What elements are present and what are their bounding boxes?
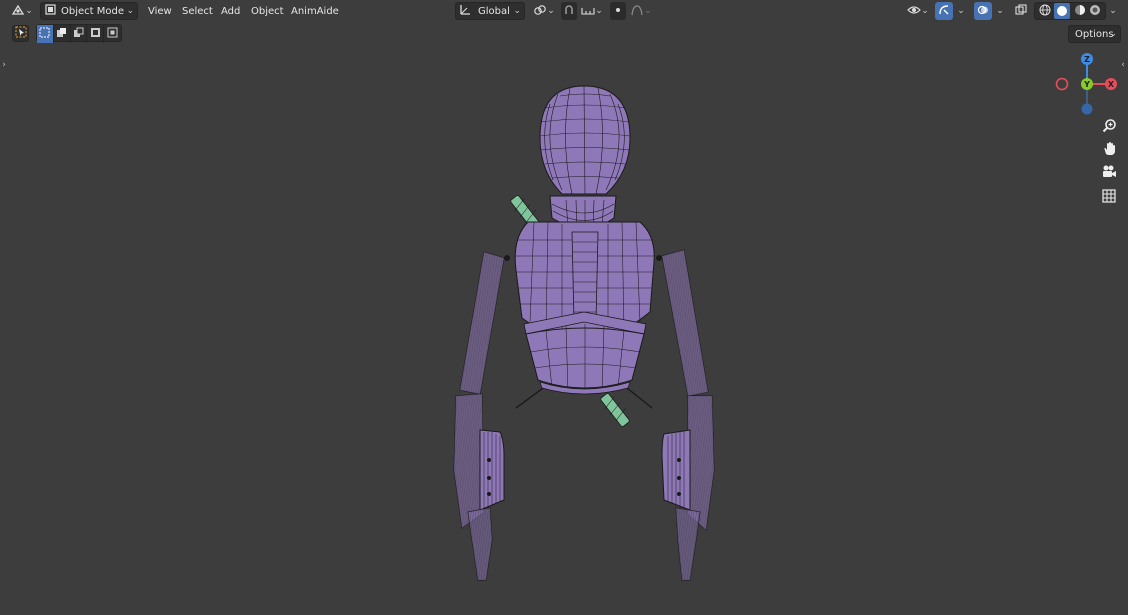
menu-select[interactable]: Select: [182, 3, 213, 19]
chevron-down-icon: ⌄: [1109, 6, 1117, 16]
proportional-editing-icon: [613, 5, 623, 18]
menu-view[interactable]: View: [148, 3, 172, 19]
solid-shading-icon[interactable]: [1054, 3, 1071, 19]
pan-button[interactable]: [1099, 140, 1119, 160]
chevron-down-icon: ⌄: [595, 6, 603, 16]
toolbar-expand-arrow[interactable]: ›: [0, 58, 8, 72]
overlay-toggle[interactable]: [974, 2, 992, 20]
gizmo-x-label: X: [1108, 80, 1115, 89]
3d-viewport[interactable]: ⌄ Object Mode ⌄ View Select Add Object A…: [0, 0, 1128, 615]
viewport-header: ⌄ Object Mode ⌄ View Select Add Object A…: [0, 0, 1128, 22]
camera-view-button[interactable]: [1099, 163, 1119, 183]
options-dropdown[interactable]: Options ⌄: [1068, 25, 1121, 43]
select-extend-button[interactable]: [54, 25, 71, 43]
chevron-down-icon: ⌄: [126, 6, 134, 16]
toggle-perspective-button[interactable]: [1099, 187, 1119, 207]
zoom-button[interactable]: [1099, 117, 1119, 137]
menu-animaide[interactable]: AnimAide: [291, 3, 339, 19]
shading-mode-group: [1034, 2, 1106, 20]
selection-mode-group: [36, 24, 122, 43]
snap-icon: [563, 4, 575, 19]
snap-increment-icon: [581, 4, 595, 19]
gizmo-y-label: Y: [1083, 80, 1090, 89]
object-mode-icon: [44, 3, 57, 19]
chevron-down-icon: ⌄: [957, 6, 965, 16]
orientation-label: Global: [478, 5, 510, 17]
transform-orientation-icon: [459, 3, 472, 19]
visibility-icon: [907, 4, 922, 19]
robot-mesh-model[interactable]: [430, 80, 730, 590]
chevron-down-icon: ⌄: [1109, 29, 1117, 39]
pivot-point-button[interactable]: ⌄: [530, 2, 558, 20]
robot-left-forearm: [453, 393, 505, 581]
visibility-button[interactable]: ⌄: [905, 2, 931, 20]
select-subtract-icon: [73, 27, 84, 41]
right-shoulder-joint: [656, 255, 662, 261]
gizmo-neg-z-handle[interactable]: [1081, 103, 1093, 115]
snap-toggle[interactable]: [561, 2, 577, 20]
green-rod-bottom: [600, 393, 630, 427]
pivot-point-icon: [533, 3, 547, 20]
grid-icon: [1102, 188, 1116, 206]
proportional-falloff-button[interactable]: ⌄: [628, 2, 654, 20]
chevron-right-icon: ›: [2, 60, 6, 70]
chevron-down-icon: ⌄: [644, 6, 652, 16]
robot-pelvis: [515, 324, 653, 409]
editor-type-button[interactable]: ⌄: [8, 2, 36, 20]
left-shoulder-joint: [504, 255, 510, 261]
zoom-icon: [1102, 118, 1117, 136]
editor-type-icon: [11, 3, 25, 20]
overlay-dropdown[interactable]: ⌄: [993, 2, 1007, 20]
overlay-icon: [977, 4, 989, 19]
chevron-down-icon: ⌄: [547, 6, 555, 16]
proportional-editing-toggle[interactable]: [610, 2, 626, 20]
transform-orientation-selector[interactable]: Global ⌄: [455, 2, 525, 20]
select-new-button[interactable]: [37, 25, 54, 43]
active-tool-button[interactable]: [12, 25, 29, 42]
select-invert-button[interactable]: [87, 25, 105, 43]
xray-toggle[interactable]: [1013, 2, 1029, 20]
select-new-icon: [39, 27, 50, 41]
material-preview-icon[interactable]: [1074, 4, 1086, 19]
gizmo-z-label: Z: [1084, 55, 1090, 64]
gizmo-toggle-icon: [938, 4, 950, 19]
chevron-down-icon: ⌄: [996, 6, 1004, 16]
rendered-shading-icon[interactable]: [1089, 4, 1101, 19]
robot-torso: [514, 221, 655, 339]
falloff-curve-icon: [630, 4, 644, 19]
gizmo-neg-x-handle[interactable]: [1055, 77, 1069, 91]
select-intersect-icon: [107, 27, 118, 41]
select-subtract-button[interactable]: [71, 25, 88, 43]
select-intersect-button[interactable]: [104, 25, 121, 43]
robot-left-upper-arm: [459, 251, 505, 395]
gizmo-dropdown[interactable]: ⌄: [954, 2, 968, 20]
camera-icon: [1101, 164, 1117, 182]
chevron-down-icon: ⌄: [513, 6, 521, 16]
menu-add[interactable]: Add: [221, 3, 240, 19]
gizmo-toggle[interactable]: [935, 2, 953, 20]
mode-selector[interactable]: Object Mode ⌄: [40, 2, 138, 20]
shading-dropdown[interactable]: ⌄: [1106, 2, 1120, 20]
wireframe-shading-icon[interactable]: [1039, 4, 1051, 19]
robot-head: [539, 85, 631, 195]
pan-hand-icon: [1102, 141, 1117, 159]
xray-icon: [1015, 3, 1027, 19]
chevron-down-icon: ⌄: [25, 6, 33, 16]
select-invert-icon: [90, 27, 101, 41]
select-extend-icon: [56, 27, 67, 41]
cursor-tool-icon: [15, 26, 27, 41]
snap-target-button[interactable]: ⌄: [579, 2, 605, 20]
robot-right-upper-arm: [661, 249, 709, 397]
menu-object[interactable]: Object: [251, 3, 284, 19]
navigation-gizmo[interactable]: Z X Y: [1052, 50, 1122, 116]
mode-label: Object Mode: [61, 5, 124, 17]
chevron-down-icon: ⌄: [921, 6, 929, 16]
options-label: Options: [1075, 28, 1114, 40]
robot-right-forearm: [661, 395, 715, 581]
